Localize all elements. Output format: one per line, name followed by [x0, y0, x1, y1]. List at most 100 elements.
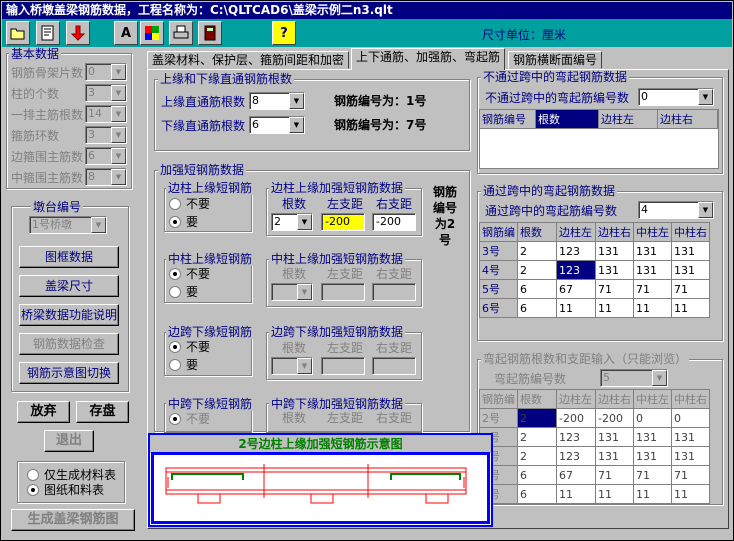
table-cell[interactable]: 11	[633, 298, 672, 318]
bottom-through-select[interactable]: 6 ▼	[249, 116, 305, 134]
side-bottom-no-radio[interactable]: 不要	[169, 340, 210, 354]
table-cell: 131	[595, 427, 634, 447]
table-cell[interactable]: 6	[517, 298, 557, 318]
table-header: 边柱右	[657, 109, 718, 129]
bent-view-table: 钢筋编 根数 边柱左 边柱右 中柱左 中柱右 2号 2 -200 -200 0 …	[479, 389, 710, 504]
generate-drawing-button[interactable]: 生成盖梁钢筋图	[11, 509, 135, 531]
table-cell-selected[interactable]: 123	[556, 260, 596, 280]
tab-rebar[interactable]: 上下通筋、加强筋、弯起筋	[351, 48, 506, 70]
table-cell: 71	[595, 465, 634, 485]
table-cell[interactable]: 2	[517, 241, 557, 261]
edit-icon[interactable]	[36, 21, 60, 45]
table-cell[interactable]: 131	[633, 241, 672, 261]
table-cell[interactable]: 2	[517, 260, 557, 280]
tab-section-number[interactable]: 钢筋横断面编号	[508, 51, 603, 69]
span-count-label: 通过跨中的弯起筋编号数	[485, 204, 618, 218]
table-cell[interactable]: 6	[517, 279, 557, 299]
frame-data-button[interactable]: 图框数据	[19, 246, 119, 268]
save-button[interactable]: 存盘	[76, 401, 129, 423]
table-cell: 11	[556, 484, 596, 504]
table-cell: 6	[517, 465, 557, 485]
side-top-right-input[interactable]: -200	[372, 213, 416, 231]
side-top-no-radio[interactable]: 不要	[169, 197, 210, 211]
through-rebar-title: 上缘和下缘直通钢筋根数	[158, 72, 295, 86]
print-icon[interactable]	[169, 21, 193, 45]
table-cell: 0	[633, 408, 672, 428]
table-cell[interactable]: 123	[556, 241, 596, 261]
mid-bottom-no-radio[interactable]: 不要	[169, 412, 210, 426]
basic-label: 箍筋环数	[11, 129, 60, 143]
unit-label: 尺寸单位：厘米	[482, 28, 567, 42]
table-cell[interactable]: 71	[633, 279, 672, 299]
mid-top-right-input	[372, 283, 416, 301]
left-dist-header: 左支距	[327, 411, 364, 425]
table-cell[interactable]: 131	[633, 260, 672, 280]
table-cell[interactable]: 131	[595, 241, 634, 261]
table-header: 中柱左	[633, 222, 672, 242]
table-header[interactable]: 根数	[535, 109, 599, 129]
bent-view-count-label: 弯起筋编号数	[494, 372, 567, 386]
basic-combo: 3 ▼	[85, 84, 127, 102]
table-cell[interactable]: 71	[595, 279, 634, 299]
tab-material[interactable]: 盖梁材料、保护层、箍筋间距和加密	[147, 51, 350, 69]
table-cell: 11	[633, 484, 672, 504]
toggle-diagram-button[interactable]: 钢筋示意图切换	[19, 362, 119, 384]
top-through-select[interactable]: 8 ▼	[249, 92, 305, 110]
table-header: 边柱右	[595, 222, 634, 242]
right-dist-header: 右支距	[376, 197, 413, 211]
right-dist-header: 右支距	[376, 411, 413, 425]
table-cell[interactable]: 131	[671, 241, 710, 261]
side-top-left-input[interactable]: -200	[321, 213, 365, 231]
mid-top-left-input	[321, 283, 365, 301]
mid-top-no-radio[interactable]: 不要	[169, 267, 210, 281]
color-icon[interactable]	[140, 21, 164, 45]
side-bottom-yes-radio[interactable]: 要	[169, 358, 198, 372]
side-top-count-select[interactable]: 2 ▼	[271, 213, 313, 231]
column-left	[197, 493, 221, 504]
arrow-down-icon[interactable]	[66, 21, 90, 45]
count-header: 根数	[282, 267, 307, 281]
calculator-icon[interactable]	[198, 21, 222, 45]
table-cell[interactable]: 67	[556, 279, 596, 299]
span-count-select[interactable]: 4 ▼	[638, 201, 714, 219]
bent-view-title: 弯起钢筋根数和支距输入（只能浏览）	[481, 352, 690, 366]
left-dist-header: 左支距	[327, 341, 364, 355]
top-through-label: 上缘直通筋根数	[161, 95, 246, 109]
table-cell[interactable]: 11	[556, 298, 596, 318]
side-top-data-title: 边柱上缘加强短钢筋数据	[269, 181, 406, 195]
mid-top-yes-radio[interactable]: 要	[169, 285, 198, 299]
table-cell: 123	[556, 446, 596, 466]
no-span-count-select[interactable]: 0 ▼	[638, 88, 714, 106]
pier-select: 1号桥墩 ▼	[29, 216, 107, 234]
table-cell[interactable]: 131	[671, 260, 710, 280]
column-middle	[310, 493, 334, 504]
table-cell[interactable]: 71	[671, 279, 710, 299]
table-cell: 0	[671, 408, 710, 428]
table-cell[interactable]: 11	[671, 298, 710, 318]
material-only-radio[interactable]: 仅生成材料表	[27, 468, 116, 482]
table-cell: 71	[671, 465, 710, 485]
beam-size-button[interactable]: 盖梁尺寸	[19, 275, 119, 297]
abandon-button[interactable]: 放弃	[17, 401, 70, 423]
table-cell[interactable]: 131	[595, 260, 634, 280]
table-cell: 2	[517, 427, 557, 447]
help-description-button[interactable]: 桥梁数据功能说明	[19, 304, 119, 326]
folder-open-icon[interactable]	[6, 21, 30, 45]
check-data-button[interactable]: 钢筋数据检查	[19, 333, 119, 355]
text-icon[interactable]: A	[114, 21, 138, 45]
bent-view-count-select: 5 ▼	[600, 369, 668, 387]
rebar-diagram-popup: 2号边柱上缘加强短钢筋示意图	[148, 433, 493, 527]
basic-combo: 3 ▼	[85, 126, 127, 144]
exit-button[interactable]: 退出	[44, 430, 94, 452]
table-row: 6号 6 11 11 11 11	[479, 298, 710, 318]
table-cell: 131	[633, 427, 672, 447]
drawing-and-material-radio[interactable]: 图纸和料表	[27, 483, 104, 497]
table-header: 中柱右	[671, 222, 710, 242]
side-top-yes-radio[interactable]: 要	[169, 215, 198, 229]
basic-label: 钢筋骨架片数	[11, 66, 84, 80]
table-cell: -200	[556, 408, 596, 428]
basic-combo: 14 ▼	[85, 105, 127, 123]
table-cell[interactable]: 11	[595, 298, 634, 318]
help-icon[interactable]: ?	[272, 21, 296, 45]
table-header: 边柱左	[556, 389, 596, 409]
